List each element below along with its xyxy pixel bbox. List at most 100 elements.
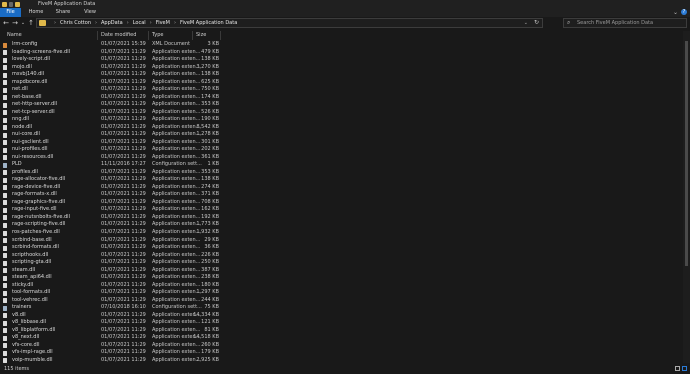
file-date-modified: 01/07/2021 11:29 (101, 244, 146, 251)
breadcrumb-appdata[interactable]: AppData (101, 20, 123, 26)
file-date-modified: 01/07/2021 11:29 (101, 191, 146, 198)
file-row[interactable]: node.dll 01/07/2021 11:29 Application exte… (0, 124, 680, 132)
file-size: 387 KB (201, 266, 219, 273)
file-row[interactable]: lovely-script.dll 01/07/2021 11:29 Applica… (0, 56, 680, 64)
folder-icon (39, 20, 46, 26)
file-row[interactable]: rage-allocator-five.dll 01/07/2021 11:29 A… (0, 176, 680, 184)
file-row[interactable]: msvbj140.dll 01/07/2021 11:29 Application … (0, 71, 680, 79)
tab-view[interactable]: View (79, 8, 101, 17)
help-icon[interactable]: ? (681, 9, 687, 15)
breadcrumb-chris-cotton[interactable]: Chris Cotton (60, 20, 91, 26)
file-row[interactable]: nng.dll 01/07/2021 11:29 Application exten… (0, 116, 680, 124)
back-arrow-icon[interactable]: ← (2, 18, 10, 28)
tab-home[interactable]: Home (25, 8, 47, 17)
file-row[interactable]: net-tcp-server.dll 01/07/2021 11:29 Applic… (0, 109, 680, 117)
file-row[interactable]: v8.dll 01/07/2021 11:29 Application exten.… (0, 312, 680, 320)
file-row[interactable]: mspdbcore.dll 01/07/2021 11:29 Application… (0, 79, 680, 87)
file-date-modified: 01/07/2021 11:29 (101, 311, 146, 318)
file-name: loading-screens-five.dll (12, 48, 70, 55)
expand-ribbon-icon[interactable]: ⌄ (673, 9, 678, 16)
large-icons-view-icon[interactable] (682, 366, 687, 371)
dll-file-icon (3, 50, 7, 56)
vertical-scrollbar[interactable] (683, 31, 690, 363)
file-row[interactable]: lrm-config 01/07/2021 15:39 XML Document 3 … (0, 41, 680, 49)
file-name: net-tcp-server.dll (12, 108, 55, 115)
file-row[interactable]: rage-scripting-five.dll 01/07/2021 11:29 A… (0, 221, 680, 229)
file-row[interactable]: nui-resources.dll 01/07/2021 11:29 Applica… (0, 154, 680, 162)
file-row[interactable]: tool-formats.dll 01/07/2021 11:29 Applicat… (0, 289, 680, 297)
file-row[interactable]: sticky.dll 01/07/2021 11:29 Application ex… (0, 282, 680, 290)
file-name: ros-patches-five.dll (12, 229, 60, 235)
file-row[interactable]: nui-profiles.dll 01/07/2021 11:29 Applicat… (0, 146, 680, 154)
dll-file-icon (3, 275, 7, 281)
breadcrumb-fivem-application-data[interactable]: FiveM Application Data (180, 20, 237, 26)
breadcrumb-fivem[interactable]: FiveM (156, 20, 170, 26)
breadcrumb-local[interactable]: Local (133, 20, 146, 26)
forward-arrow-icon[interactable]: → (11, 18, 19, 28)
file-row[interactable]: rage-nutsnbolts-five.dll 01/07/2021 11:29… (0, 214, 680, 222)
file-row[interactable]: scripting-gta.dll 01/07/2021 11:29 Applica… (0, 259, 680, 267)
file-row[interactable]: steam_api64.dll 01/07/2021 11:29 Applicati… (0, 274, 680, 282)
dll-file-icon (3, 117, 7, 123)
file-row[interactable]: scrbind-formats.dll 01/07/2021 11:29 Appli… (0, 244, 680, 252)
file-row[interactable]: nui-gsclient.dll 01/07/2021 11:29 Applicat… (0, 139, 680, 147)
file-name: net-http-server.dll (12, 101, 57, 108)
search-box[interactable]: ⌕ (563, 18, 687, 28)
file-name: nui-resources.dll (12, 153, 54, 160)
address-bar[interactable]: › Chris Cotton › AppData › Local › FiveM › FiveM … (36, 18, 543, 28)
file-row[interactable]: v8_next.dll 01/07/2021 11:29 Application e… (0, 334, 680, 342)
file-row[interactable]: scripthooks.dll 01/07/2021 11:29 Applicati… (0, 252, 680, 260)
file-row[interactable]: v8_libbase.dll 01/07/2021 11:29 Applicatio… (0, 319, 680, 327)
file-row[interactable]: rage-device-five.dll 01/07/2021 11:29 Appl… (0, 184, 680, 192)
properties-icon[interactable] (9, 1, 13, 7)
file-row[interactable]: rage-formats-x.dll 01/07/2021 11:29 Applic… (0, 191, 680, 199)
file-row[interactable]: PLD 11/11/2016 17:27 Configuration sett...… (0, 161, 680, 169)
file-row[interactable]: net.dll 01/07/2021 11:29 Application exten… (0, 86, 680, 94)
tab-file[interactable]: File (0, 8, 21, 17)
column-header-date-modified[interactable]: Date modified (98, 31, 149, 40)
file-row[interactable]: ros-patches-five.dll 01/07/2021 11:29 Appl… (0, 229, 680, 237)
navigation-bar: ← → ⌄ ↑ › Chris Cotton › AppData › Local › Five… (0, 17, 690, 29)
file-row[interactable]: trainers 07/10/2018 16:10 Configuration se… (0, 304, 680, 312)
file-name: scrbind-formats.dll (12, 244, 59, 251)
column-header-size[interactable]: Size (193, 31, 221, 40)
file-row[interactable]: steam.dll 01/07/2021 11:29 Application ext… (0, 267, 680, 275)
file-row[interactable]: v8_libplatform.dll 01/07/2021 11:29 Applic… (0, 327, 680, 335)
address-dropdown-icon[interactable]: ⌄ (524, 19, 528, 27)
new-folder-icon[interactable] (15, 1, 20, 7)
file-row[interactable]: scrbind-base.dll 01/07/2021 11:29 Applicat… (0, 237, 680, 245)
file-row[interactable]: profiles.dll 01/07/2021 11:29 Application … (0, 169, 680, 177)
refresh-icon[interactable]: ↻ (534, 19, 539, 27)
dll-file-icon (3, 283, 7, 289)
file-row[interactable]: tool-vehrec.dll 01/07/2021 11:29 Applicati… (0, 297, 680, 305)
file-date-modified: 01/07/2021 11:29 (101, 213, 146, 220)
column-header-name[interactable]: Name (4, 31, 98, 40)
tab-share[interactable]: Share (52, 8, 74, 17)
dll-file-icon (3, 185, 7, 191)
details-view-icon[interactable] (675, 366, 680, 371)
file-row[interactable]: rage-input-five.dll 01/07/2021 11:29 Appli… (0, 206, 680, 214)
file-row[interactable]: vfs-impl-rage.dll 01/07/2021 11:29 Applica… (0, 349, 680, 357)
file-row[interactable]: nui-core.dll 01/07/2021 11:29 Application … (0, 131, 680, 139)
file-name: scripting-gta.dll (12, 259, 52, 266)
file-name: lovely-script.dll (12, 56, 51, 63)
file-size: 3 KB (207, 41, 219, 47)
file-row[interactable]: vfs-core.dll 01/07/2021 11:29 Application … (0, 342, 680, 350)
search-input[interactable] (577, 19, 682, 27)
file-row[interactable]: net-http-server.dll 01/07/2021 11:29 Appli… (0, 101, 680, 109)
file-date-modified: 01/07/2021 11:29 (101, 266, 146, 273)
file-row[interactable]: loading-screens-five.dll 01/07/2021 11:29… (0, 49, 680, 57)
file-name: msvbj140.dll (12, 71, 45, 78)
file-row[interactable]: rage-graphics-five.dll 01/07/2021 11:29 Ap… (0, 199, 680, 207)
file-row[interactable]: mojo.dll 01/07/2021 11:29 Application exte… (0, 64, 680, 72)
dll-file-icon (3, 320, 7, 326)
scrollbar-thumb[interactable] (685, 41, 688, 266)
up-arrow-icon[interactable]: ↑ (27, 18, 35, 28)
dll-file-icon (3, 207, 7, 213)
file-size: 190 KB (201, 116, 219, 123)
recent-locations-icon[interactable]: ⌄ (19, 18, 27, 28)
item-count: 115 items (4, 366, 30, 372)
column-header-type[interactable]: Type (149, 31, 193, 40)
file-name: mojo.dll (12, 63, 32, 70)
file-row[interactable]: net-base.dll 01/07/2021 11:29 Application … (0, 94, 680, 102)
